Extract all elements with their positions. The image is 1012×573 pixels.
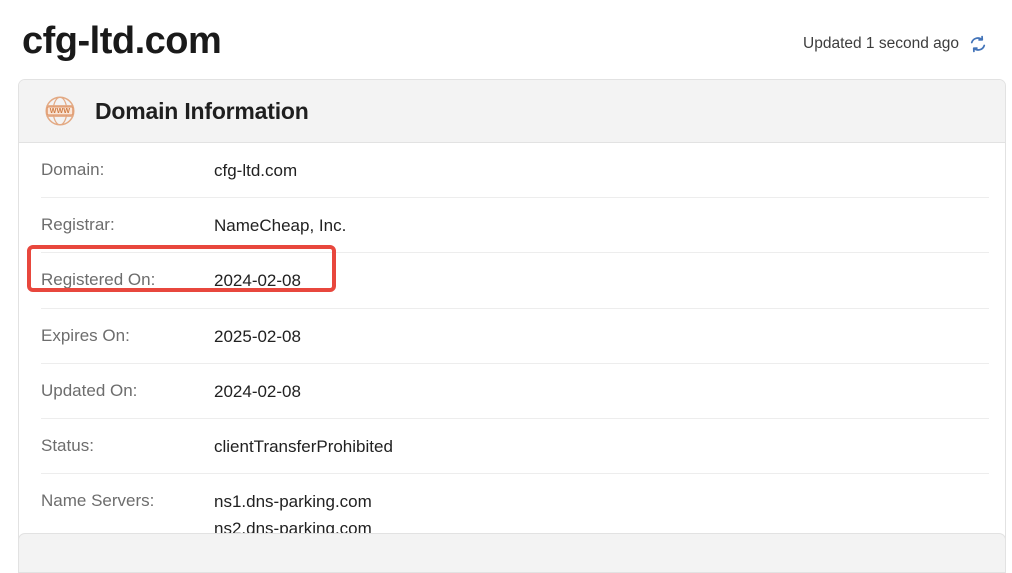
- row-value: cfg-ltd.com: [214, 161, 298, 180]
- row-value: 2025-02-08: [214, 326, 301, 346]
- row-value: 2024-02-08: [214, 381, 301, 401]
- domain-information-card: WWW Domain Information Domain: cfg-ltd.c…: [18, 79, 1006, 564]
- card-header: WWW Domain Information: [19, 80, 1005, 143]
- table-row: Domain: cfg-ltd.com: [41, 143, 989, 199]
- table-row-registered-on: Registered On: 2024-02-08: [41, 253, 989, 309]
- domain-info-table: Domain: cfg-ltd.com Registrar: NameCheap…: [19, 143, 1005, 563]
- table-row: Status: clientTransferProhibited: [41, 419, 989, 475]
- table-row: Updated On: 2024-02-08: [41, 364, 989, 419]
- table-row: Registrar: NameCheap, Inc.: [41, 198, 989, 254]
- next-card-peek: [18, 533, 1006, 573]
- refresh-icon[interactable]: [968, 34, 988, 54]
- row-value: 2024-02-08: [214, 271, 301, 291]
- row-label: Status:: [41, 435, 94, 455]
- whois-domain-page: cfg-ltd.com Updated 1 second ago WWW Dom…: [0, 0, 1012, 573]
- row-label: Updated On:: [41, 380, 138, 400]
- row-label: Expires On:: [41, 325, 130, 345]
- table-row: Expires On: 2025-02-08: [41, 309, 989, 364]
- card-title: Domain Information: [95, 97, 309, 124]
- row-label: Registrar:: [41, 215, 115, 235]
- row-value: NameCheap, Inc.: [214, 216, 347, 236]
- row-label: Name Servers:: [41, 491, 155, 511]
- row-label: Registered On:: [41, 270, 156, 290]
- page-header: cfg-ltd.com Updated 1 second ago: [0, 0, 1012, 78]
- www-globe-icon: WWW: [41, 92, 79, 130]
- updated-status: Updated 1 second ago: [803, 34, 988, 54]
- row-label: Domain:: [41, 160, 105, 179]
- updated-timestamp-label: Updated 1 second ago: [803, 35, 959, 52]
- svg-text:WWW: WWW: [50, 108, 71, 115]
- page-title: cfg-ltd.com: [22, 20, 222, 62]
- row-value: clientTransferProhibited: [214, 436, 393, 456]
